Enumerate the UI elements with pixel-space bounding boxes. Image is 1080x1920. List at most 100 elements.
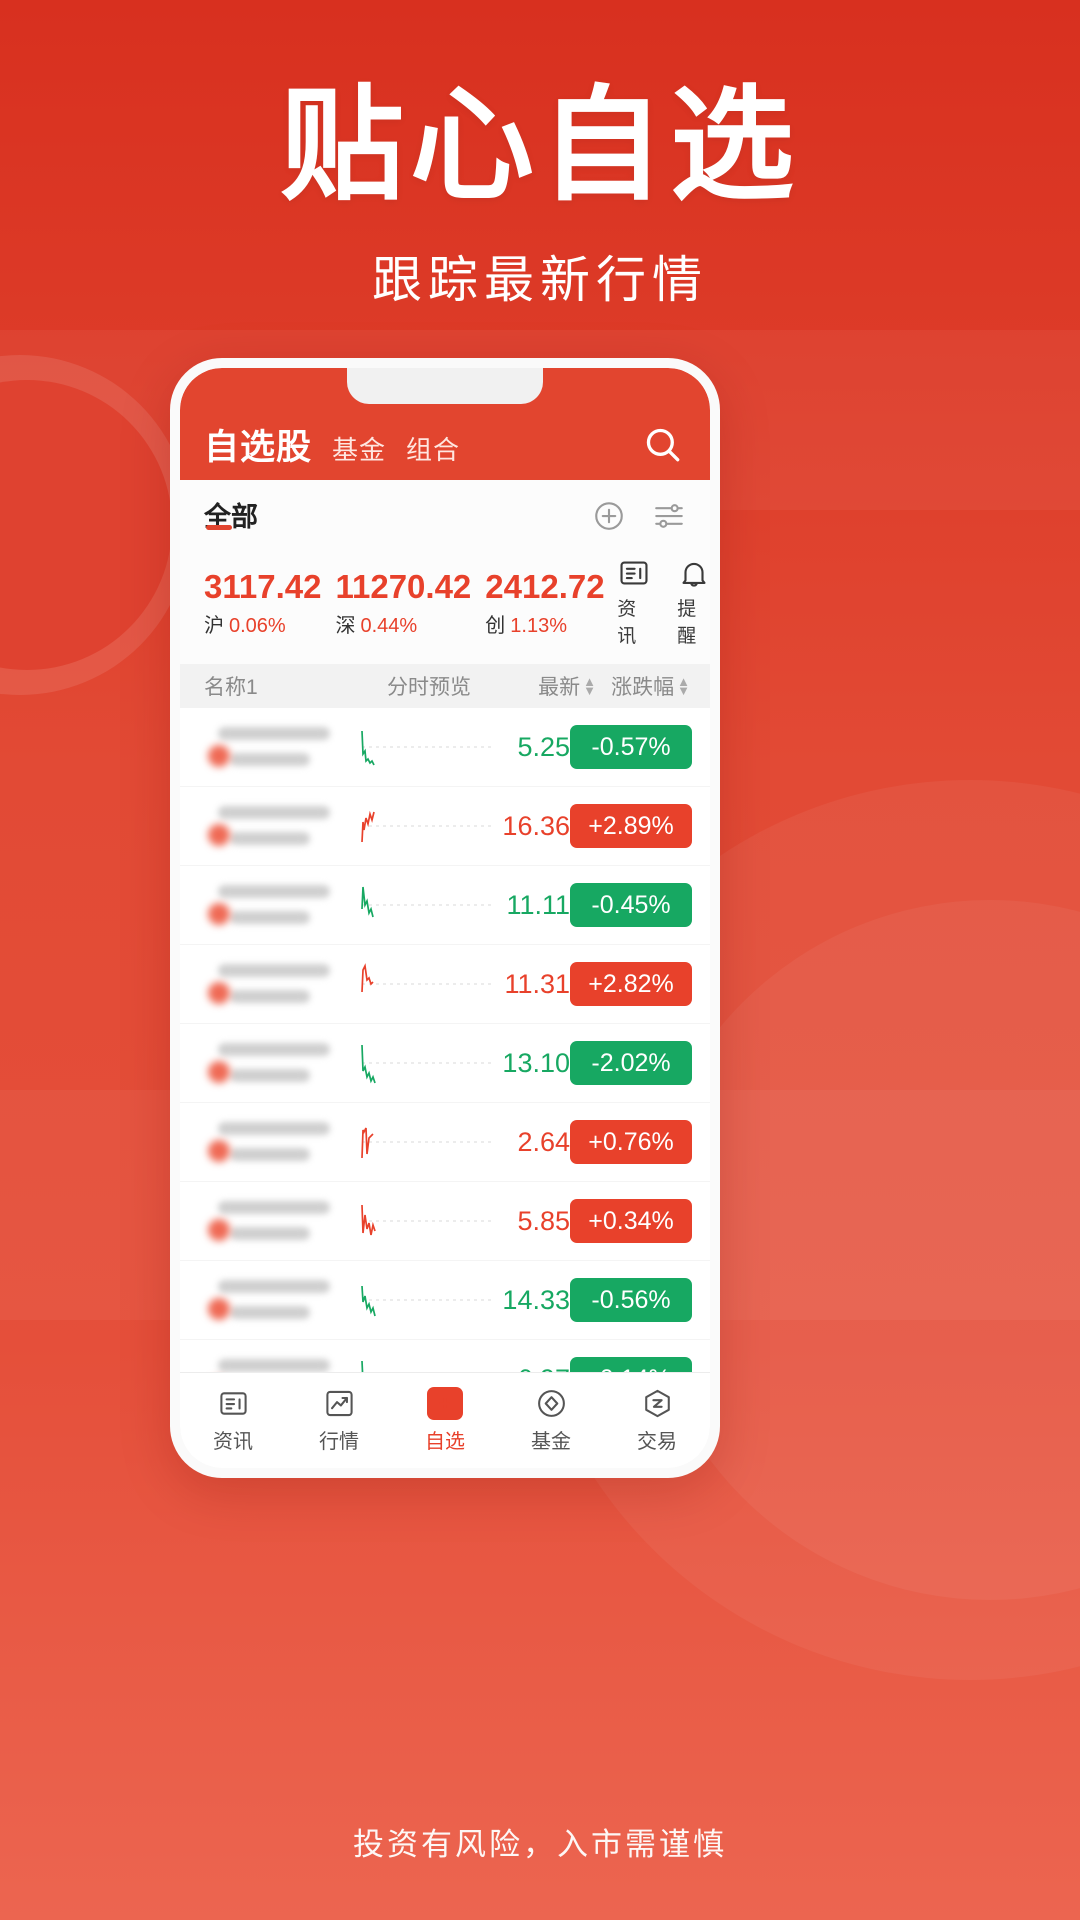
sparkline-chart (354, 1274, 500, 1326)
column-header-chart: 分时预览 (387, 676, 471, 699)
stock-last-price: 5.85 (517, 1205, 570, 1236)
blurred-name (204, 877, 354, 933)
index-value: 2412.72 (485, 567, 605, 605)
column-header-change-label: 涨跌幅 (611, 676, 675, 699)
table-row[interactable]: 5.85 +0.34% (180, 1182, 710, 1261)
sparkline-chart (354, 1037, 500, 1089)
stock-change-cell: -2.02% (570, 1041, 696, 1085)
table-row[interactable]: 2.64 +0.76% (180, 1103, 710, 1182)
sparkline-chart (354, 721, 500, 773)
nav-item-label: 行情 (319, 1431, 359, 1453)
nav-item-funds[interactable]: 基金 (498, 1387, 604, 1454)
nav-item-watchlist[interactable]: + 自选 (392, 1387, 498, 1454)
stock-last-price: 2.64 (517, 1126, 570, 1157)
nav-item-label: 交易 (637, 1431, 677, 1453)
status-badge: +2.82% (570, 962, 692, 1006)
header-action-label: 提醒 (677, 599, 697, 647)
stock-last-price: 11.11 (506, 889, 570, 920)
table-row[interactable]: 6.97 -0.14% (180, 1340, 710, 1372)
stock-change-cell: +0.76% (570, 1120, 696, 1164)
status-badge: -0.56% (570, 1278, 692, 1322)
column-header-name[interactable]: 名称1 (204, 671, 354, 701)
page-subtitle: 跟踪最新行情 (372, 252, 708, 308)
status-badge: -2.02% (570, 1041, 692, 1085)
index-item-sh[interactable]: 3117.42 沪 0.06% (204, 566, 321, 638)
blurred-name (204, 1114, 354, 1170)
phone-notch (347, 368, 543, 404)
stock-last-price: 11.31 (504, 968, 570, 999)
stock-change-cell: +0.34% (570, 1199, 696, 1243)
nav-item-label: 基金 (531, 1431, 571, 1453)
blurred-name (204, 1193, 354, 1249)
status-badge: +0.76% (570, 1120, 692, 1164)
blurred-name (204, 719, 354, 775)
list-settings-icon[interactable] (652, 499, 686, 533)
index-meta: 沪 0.06% (204, 609, 321, 638)
blurred-name (204, 1035, 354, 1091)
header-actions: 资讯 提醒 (617, 556, 710, 648)
table-row[interactable]: 11.31 +2.82% (180, 945, 710, 1024)
plus-circle-icon[interactable] (592, 499, 626, 533)
stock-name-cell (204, 798, 354, 854)
nav-item-label: 自选 (425, 1431, 465, 1453)
stock-name-cell (204, 956, 354, 1012)
blurred-name (204, 1351, 354, 1372)
status-badge: +2.89% (570, 804, 692, 848)
index-item-cy[interactable]: 2412.72 创 1.13% (485, 566, 605, 638)
column-header-last[interactable]: 最新 ▲ ▼ (504, 671, 596, 701)
sort-arrows-icon: ▲ ▼ (677, 674, 690, 698)
nav-item-market[interactable]: 行情 (286, 1387, 392, 1454)
stock-name-cell (204, 877, 354, 933)
trend-icon (323, 1387, 356, 1420)
table-row[interactable]: 11.11 -0.45% (180, 866, 710, 945)
nav-item-news[interactable]: 资讯 (180, 1387, 286, 1454)
watchlist[interactable]: 5.25 -0.57% 16.36 +2.89% 11.11 -0.45% 11… (180, 708, 710, 1372)
disclaimer-text: 投资有风险，入市需谨慎 (353, 1827, 727, 1862)
stock-last-price: 14.33 (502, 1284, 570, 1315)
exchange-icon (641, 1387, 674, 1420)
blurred-name (204, 1272, 354, 1328)
blurred-name (204, 956, 354, 1012)
stock-last-price: 5.25 (517, 731, 570, 762)
news-icon (617, 556, 651, 590)
sort-arrows-icon: ▲ ▼ (583, 674, 596, 698)
sparkline-chart (354, 1116, 500, 1168)
stock-last-price: 6.97 (500, 1364, 570, 1373)
header-action-news[interactable]: 资讯 (617, 556, 651, 648)
index-change: 1.13% (510, 615, 568, 638)
index-name: 沪 (204, 615, 224, 638)
sparkline-chart (354, 1353, 500, 1372)
nav-item-label: 资讯 (213, 1431, 253, 1453)
index-change: 0.06% (229, 615, 286, 638)
status-badge: -0.45% (570, 883, 692, 927)
header-action-alerts[interactable]: 提醒 (677, 556, 710, 648)
app-screen: 自选股 基金 组合 全部 3117.42 沪 0.06% 11270.42 深 … (180, 368, 710, 1468)
stock-change-cell: -0.57% (570, 725, 696, 769)
news-icon (217, 1387, 250, 1420)
header-action-label: 资讯 (617, 599, 637, 647)
stock-name-cell (204, 719, 354, 775)
filter-row: 全部 (180, 480, 710, 552)
filter-tab-all[interactable]: 全部 (204, 495, 258, 538)
table-row[interactable]: 16.36 +2.89% (180, 787, 710, 866)
tab-portfolios[interactable]: 组合 (406, 430, 460, 467)
search-icon[interactable] (642, 424, 684, 466)
column-header-last-label: 最新 (538, 676, 581, 699)
table-row[interactable]: 13.10 -2.02% (180, 1024, 710, 1103)
stock-last-price: 16.36 (502, 810, 570, 841)
index-item-sz[interactable]: 11270.42 深 0.44% (335, 566, 471, 638)
tab-watchlist[interactable]: 自选股 (204, 419, 312, 470)
index-meta: 深 0.44% (335, 609, 471, 638)
tab-funds[interactable]: 基金 (332, 430, 386, 467)
index-change: 0.44% (360, 615, 418, 638)
sparkline-chart (354, 800, 500, 852)
bell-icon (677, 556, 710, 590)
nav-item-trade[interactable]: 交易 (604, 1387, 710, 1454)
market-indices: 3117.42 沪 0.06% 11270.42 深 0.44% 2412.72 创… (180, 552, 710, 664)
stock-name-cell (204, 1114, 354, 1170)
status-badge: -0.57% (570, 725, 692, 769)
table-row[interactable]: 14.33 -0.56% (180, 1261, 710, 1340)
column-header-change[interactable]: 涨跌幅 ▲ ▼ (596, 671, 696, 701)
table-row[interactable]: 5.25 -0.57% (180, 708, 710, 787)
page-title: 贴心自选 (279, 77, 800, 215)
